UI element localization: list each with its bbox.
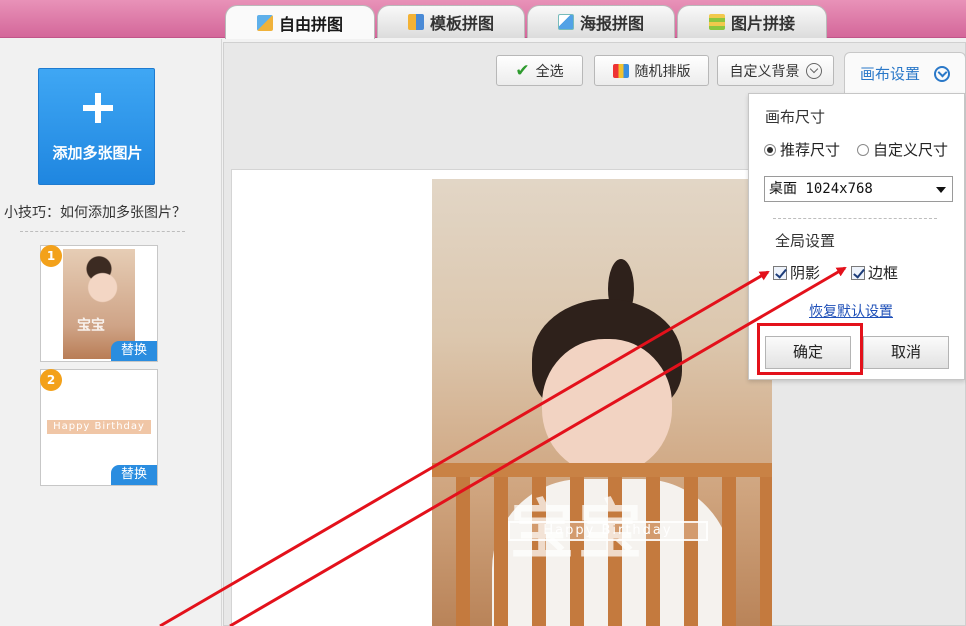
ok-button-highlight-box: [757, 323, 863, 375]
checkbox-checked-icon: [851, 265, 865, 280]
thumbnail-number-badge: 1: [40, 245, 62, 267]
photo-face: [542, 339, 672, 474]
plus-icon: [83, 93, 113, 123]
image-join-icon: [708, 14, 725, 30]
tab-template-collage[interactable]: 模板拼图: [377, 5, 525, 38]
tab-label: 模板拼图: [429, 14, 494, 33]
size-select[interactable]: 桌面 1024x768: [764, 176, 953, 202]
free-collage-icon: [256, 14, 273, 31]
checkbox-label: 边框: [868, 264, 899, 282]
birthday-banner[interactable]: Happy Birthday: [508, 521, 708, 541]
recommended-size-radio[interactable]: 推荐尺寸: [764, 139, 840, 160]
thumbnail-watermark: 宝宝: [77, 318, 105, 334]
divider: [773, 218, 937, 219]
shuffle-icon: [612, 63, 629, 78]
divider: [20, 231, 185, 232]
add-multiple-images-button[interactable]: 添加多张图片: [38, 68, 155, 185]
selected-size: 桌面 1024x768: [769, 181, 873, 197]
select-all-button[interactable]: ✔ 全选: [496, 55, 583, 86]
tab-label: 自由拼图: [278, 14, 343, 34]
baby-photo[interactable]: 宝宝 Happy Birthday: [432, 179, 772, 626]
template-collage-icon: [407, 14, 424, 30]
checkbox-checked-icon: [773, 265, 787, 280]
shadow-checkbox[interactable]: 阴影: [773, 262, 820, 283]
left-sidebar: 添加多张图片 小技巧：如何添加多张图片？ 宝宝 1 替换 Happy Birth…: [0, 39, 222, 626]
cancel-button[interactable]: 取消: [863, 336, 949, 369]
custom-background-label: 自定义背景: [729, 63, 800, 80]
custom-size-radio[interactable]: 自定义尺寸: [857, 139, 948, 160]
checkbox-label: 阴影: [790, 264, 821, 282]
replace-button[interactable]: 替换: [111, 465, 157, 485]
thumbnail-2[interactable]: Happy Birthday 2 替换: [40, 369, 158, 486]
random-layout-button[interactable]: 随机排版: [594, 55, 709, 86]
tip-link[interactable]: 小技巧：如何添加多张图片？: [4, 202, 186, 222]
add-button-label: 添加多张图片: [52, 144, 143, 162]
chevron-down-icon: [805, 62, 822, 79]
top-tab-bar: 自由拼图 模板拼图 海报拼图 图片拼接: [0, 0, 966, 39]
random-layout-label: 随机排版: [634, 63, 691, 80]
canvas-settings-button[interactable]: 画布设置: [844, 52, 966, 94]
tab-free-collage[interactable]: 自由拼图: [225, 5, 375, 39]
replace-button[interactable]: 替换: [111, 341, 157, 361]
canvas-size-title: 画布尺寸: [765, 108, 826, 126]
thumbnail-text-banner: Happy Birthday: [47, 420, 151, 434]
tab-image-join[interactable]: 图片拼接: [677, 5, 827, 38]
thumbnail-number-badge: 2: [40, 369, 62, 391]
border-checkbox[interactable]: 边框: [851, 262, 898, 283]
radio-selected-icon: [764, 143, 776, 156]
global-settings-title: 全局设置: [775, 232, 836, 250]
custom-background-button[interactable]: 自定义背景: [717, 55, 834, 86]
thumbnail-1[interactable]: 宝宝 1 替换: [40, 245, 158, 362]
select-all-label: 全选: [535, 63, 564, 80]
collage-canvas[interactable]: 宝宝 Happy Birthday: [231, 169, 772, 626]
tab-label: 图片拼接: [730, 14, 795, 33]
radio-empty-icon: [857, 143, 869, 156]
radio-label: 自定义尺寸: [873, 141, 949, 159]
radio-label: 推荐尺寸: [780, 141, 841, 159]
canvas-settings-label: 画布设置: [859, 65, 920, 83]
dropdown-arrow-icon: [936, 187, 946, 193]
check-icon: ✔: [515, 60, 530, 81]
tab-poster-collage[interactable]: 海报拼图: [527, 5, 675, 38]
chevron-down-icon: [934, 65, 950, 82]
photo-crib-rail: [432, 463, 772, 477]
restore-defaults-link[interactable]: 恢复默认设置: [809, 301, 893, 321]
poster-collage-icon: [557, 14, 574, 30]
tab-label: 海报拼图: [579, 14, 644, 33]
